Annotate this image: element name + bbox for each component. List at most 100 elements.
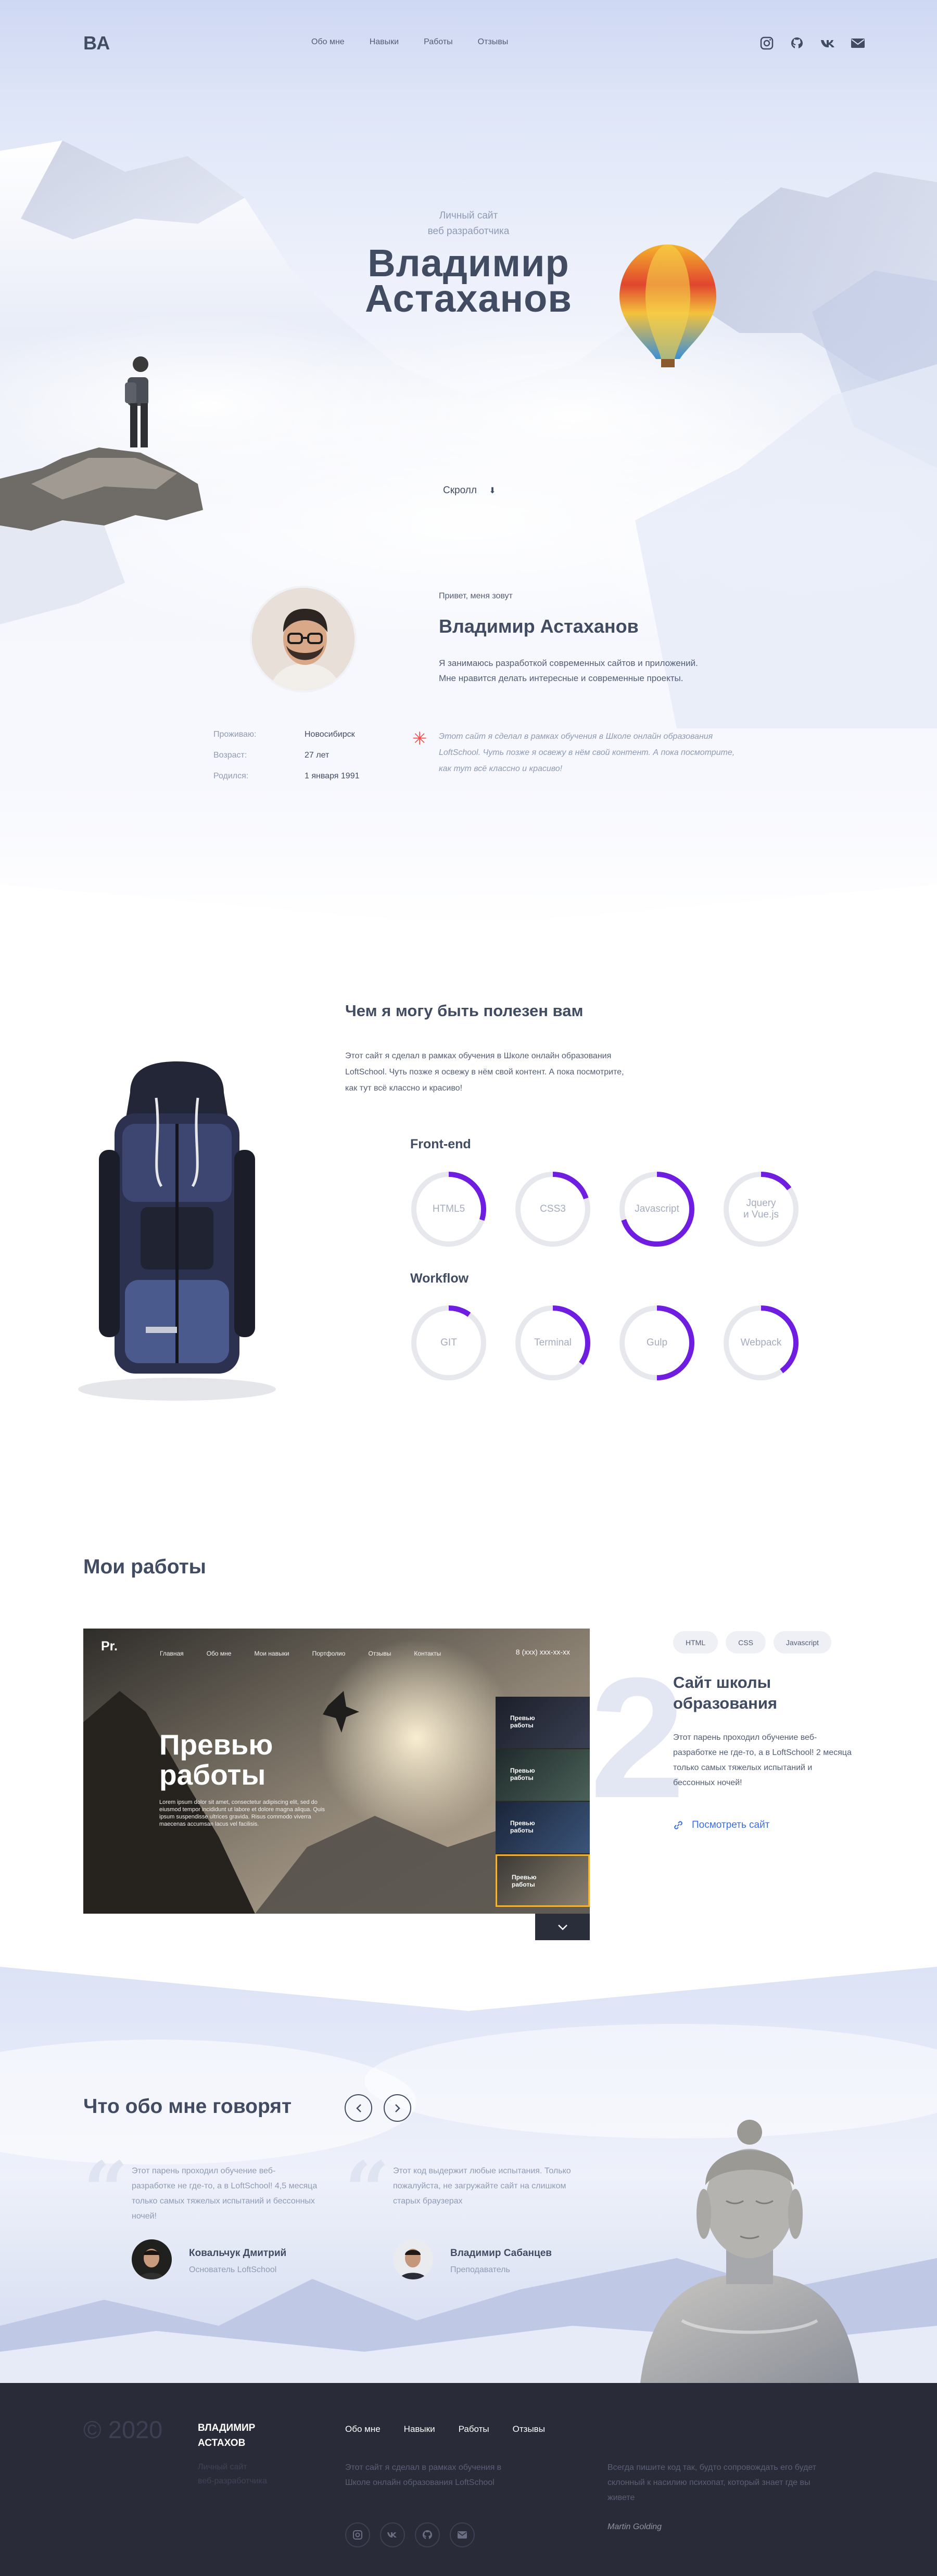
footer: © 2020 ВЛАДИМИР АСТАХОВ Личный сайт веб-…: [0, 2383, 937, 2576]
review-text: Этот парень проходил обучение веб-разраб…: [132, 2167, 318, 2221]
chevron-left-icon: [356, 2104, 361, 2112]
fact-row: Родился: 1 января 1991: [213, 772, 360, 780]
about-greeting: Привет, меня зовут: [439, 592, 513, 600]
menu-item-works[interactable]: Работы: [424, 37, 453, 47]
reviewer-name: Ковальчук Дмитрий: [189, 2248, 287, 2259]
fact-row: Проживаю: Новосибирск: [213, 730, 355, 739]
github-icon[interactable]: [790, 36, 804, 50]
footer-copyright: © 2020: [83, 2416, 163, 2443]
footer-menu-item-skills[interactable]: Навыки: [404, 2424, 435, 2434]
backpack-image: [78, 1061, 276, 1401]
social-links: [760, 36, 865, 50]
skill-label: HTML5: [432, 1203, 465, 1214]
buddha-statue-image: [640, 2120, 859, 2383]
vk-icon[interactable]: [820, 36, 834, 50]
chevron-down-icon: [558, 1924, 567, 1930]
work-description: Этот парень проходил обучение веб-разраб…: [673, 1733, 852, 1787]
skill-ring: Javascript: [618, 1171, 695, 1248]
skills-description: Этот сайт я сделал в рамках обучения в Ш…: [345, 1052, 624, 1093]
reviewer-position: Преподаватель: [450, 2265, 510, 2274]
top-navigation: ВА Обо мне Навыки Работы Отзывы: [83, 32, 865, 54]
hero-section: ВА Обо мне Навыки Работы Отзывы Личный с…: [0, 0, 937, 926]
footer-quote-author: Martin Golding: [607, 2522, 662, 2531]
about-name: Владимир Астаханов: [439, 616, 639, 637]
mountain-background: [0, 140, 937, 728]
work-thumbnail[interactable]: Превью работы: [496, 1749, 590, 1802]
chevron-double-down-icon: ⬇: [489, 486, 496, 495]
work-thumbnail[interactable]: Превью работы: [496, 1697, 590, 1749]
skill-ring: Webpack: [723, 1304, 800, 1381]
review-text: Этот код выдержит любые испытания. Тольк…: [393, 2167, 571, 2206]
skill-ring: CSS3: [514, 1171, 591, 1248]
preview-logo: Pr.: [101, 1639, 118, 1654]
avatar: [393, 2239, 433, 2279]
fact-row: Возраст: 27 лет: [213, 751, 330, 760]
reviewer-name: Владимир Сабанцев: [450, 2248, 552, 2259]
preview-phone: 8 (xxx) xxx-xx-xx: [515, 1648, 570, 1656]
scroll-button[interactable]: Скролл ⬇: [443, 485, 496, 496]
footer-description: Этот сайт я сделал в рамках обучения в Ш…: [345, 2463, 502, 2487]
footer-name: ВЛАДИМИР АСТАХОВ: [198, 2423, 256, 2449]
preview-header: Pr. Главная Обо мне Мои навыки Портфолио…: [83, 1629, 590, 1658]
mail-icon[interactable]: [450, 2522, 475, 2547]
preview-text: Lorem ipsum dolor sit amet, consectetur …: [159, 1799, 325, 1827]
work-thumbnail[interactable]: Превью работы: [496, 1802, 590, 1854]
work-thumbnails: Превью работы Превью работы Превью работ…: [496, 1697, 590, 1907]
works-title: Мои работы: [83, 1556, 206, 1578]
about-quote: Этот сайт я сделал в рамках обучения в Ш…: [439, 732, 735, 773]
asterisk-icon: ✳: [412, 729, 427, 749]
logo[interactable]: ВА: [83, 32, 110, 54]
mail-icon[interactable]: [851, 36, 865, 50]
skill-label: CSS3: [540, 1203, 566, 1214]
footer-menu: Обо мне Навыки Работы Отзывы: [345, 2424, 545, 2434]
footer-menu-item-about[interactable]: Обо мне: [345, 2424, 381, 2434]
link-icon: [674, 1821, 682, 1829]
footer-subtitle: Личный сайт веб-разработчика: [198, 2463, 267, 2485]
view-site-link[interactable]: Посмотреть сайт: [673, 1819, 769, 1831]
skill-ring: GIT: [410, 1304, 487, 1381]
github-icon[interactable]: [415, 2522, 440, 2547]
vk-icon[interactable]: [380, 2522, 405, 2547]
reviews-prev-button[interactable]: [345, 2094, 372, 2122]
work-title: Сайт школы образования: [673, 1673, 777, 1712]
thumbnails-next-button[interactable]: [535, 1914, 590, 1940]
skill-label: Terminal: [534, 1337, 572, 1348]
work-tags: HTML CSS Javascript: [673, 1631, 831, 1654]
chevron-right-icon: [395, 2104, 400, 2112]
skill-ring: Gulp: [618, 1304, 695, 1381]
tag: CSS: [726, 1631, 766, 1654]
skills-group-workflow: Workflow: [410, 1271, 469, 1286]
section-divider: [0, 885, 937, 926]
menu-item-skills[interactable]: Навыки: [370, 37, 399, 47]
tag: Javascript: [773, 1631, 831, 1654]
footer-menu-item-reviews[interactable]: Отзывы: [513, 2424, 545, 2434]
skill-label: Javascript: [635, 1203, 679, 1214]
main-menu: Обо мне Навыки Работы Отзывы: [311, 37, 508, 47]
skill-ring: Jquery и Vue.js: [723, 1171, 800, 1248]
quote-icon: “: [83, 2145, 129, 2236]
avatar: [132, 2239, 172, 2279]
skill-label: GIT: [440, 1337, 457, 1348]
avatar: [250, 586, 357, 693]
quote-icon: “: [345, 2145, 390, 2236]
work-number: 2: [590, 1642, 686, 1834]
about-facts: Проживаю: Новосибирск Возраст: 27 лет Роди…: [213, 730, 359, 792]
skills-group-frontend: Front-end: [410, 1137, 471, 1151]
footer-social-links: [345, 2522, 475, 2547]
footer-menu-item-works[interactable]: Работы: [459, 2424, 489, 2434]
about-description: Я занимаюсь разработкой современных сайт…: [439, 658, 698, 683]
menu-item-about[interactable]: Обо мне: [311, 37, 345, 47]
skill-label: Gulp: [646, 1337, 668, 1348]
skill-ring: Terminal: [514, 1304, 591, 1381]
instagram-icon[interactable]: [760, 36, 774, 50]
reviews-next-button[interactable]: [384, 2094, 411, 2122]
instagram-icon[interactable]: [345, 2522, 370, 2547]
skill-label: Jquery и Vue.js: [743, 1198, 779, 1220]
reviews-navigation: [345, 2094, 411, 2122]
tag: HTML: [673, 1631, 718, 1654]
preview-heading: Превью работы: [159, 1728, 273, 1791]
menu-item-reviews[interactable]: Отзывы: [478, 37, 509, 47]
hero-subtitle: Личный сайт веб разработчика: [427, 210, 510, 237]
skills-title: Чем я могу быть полезен вам: [345, 1002, 584, 1020]
work-thumbnail-active[interactable]: Превью работы: [496, 1854, 590, 1907]
